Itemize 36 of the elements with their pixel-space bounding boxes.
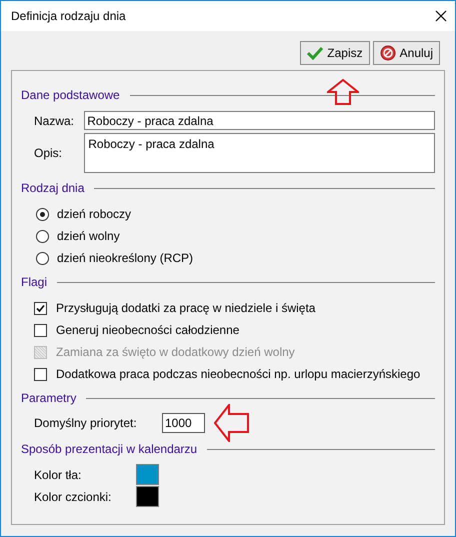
left-arrow-icon	[214, 404, 249, 442]
checkbox[interactable]	[34, 324, 47, 336]
section-heading: Dane podstawowe	[21, 87, 120, 104]
check-icon	[307, 46, 324, 60]
section-heading: Sposób prezentacji w kalendarzu	[21, 441, 198, 458]
field-label: Kolor czcionki:	[34, 488, 112, 506]
section-heading: Parametry	[21, 390, 76, 407]
close-icon[interactable]	[435, 10, 447, 22]
field-label: Opis:	[34, 145, 64, 162]
color-swatch[interactable]	[136, 464, 159, 485]
section-heading: Rodzaj dnia	[21, 180, 84, 197]
section-heading: Flagi	[21, 274, 48, 291]
checkbox-label: Przysługują dodatki za pracę w niedziele i święta	[56, 300, 316, 317]
color-swatch[interactable]	[136, 486, 159, 507]
radio-button[interactable]	[36, 230, 49, 242]
cancel-icon	[380, 45, 396, 61]
up-arrow-icon	[327, 79, 359, 105]
radio-label: dzień roboczy	[57, 206, 132, 223]
radio-button[interactable]	[36, 208, 49, 220]
checkbox-label: Generuj nieobecności całodzienne	[56, 322, 240, 339]
radio-label: dzień nieokreślony (RCP)	[57, 250, 194, 267]
checkbox[interactable]	[34, 368, 47, 380]
priority-field[interactable]: 1000	[162, 413, 205, 433]
radio-label: dzień wolny	[57, 228, 120, 245]
cancel-button[interactable]: Anuluj	[372, 41, 440, 65]
checkbox[interactable]	[34, 302, 47, 314]
radio-button[interactable]	[36, 252, 49, 264]
field-label: Domyślny priorytet:	[34, 415, 138, 432]
field-label: Kolor tła:	[34, 466, 82, 484]
window-title: Definicja rodzaju dnia	[11, 8, 126, 25]
save-button[interactable]: Zapisz	[300, 41, 370, 65]
checkbox-label: Dodatkowa praca podczas nieobecności np. urlopu macierzyńskiego	[56, 366, 420, 383]
field-label: Nazwa:	[34, 112, 76, 130]
description-field[interactable]: Roboczy - praca zdalna	[84, 133, 435, 173]
checkbox-label: Zamiana za święto w dodatkowy dzień wolny	[56, 344, 295, 361]
name-field[interactable]: Roboczy - praca zdalna	[84, 111, 435, 130]
